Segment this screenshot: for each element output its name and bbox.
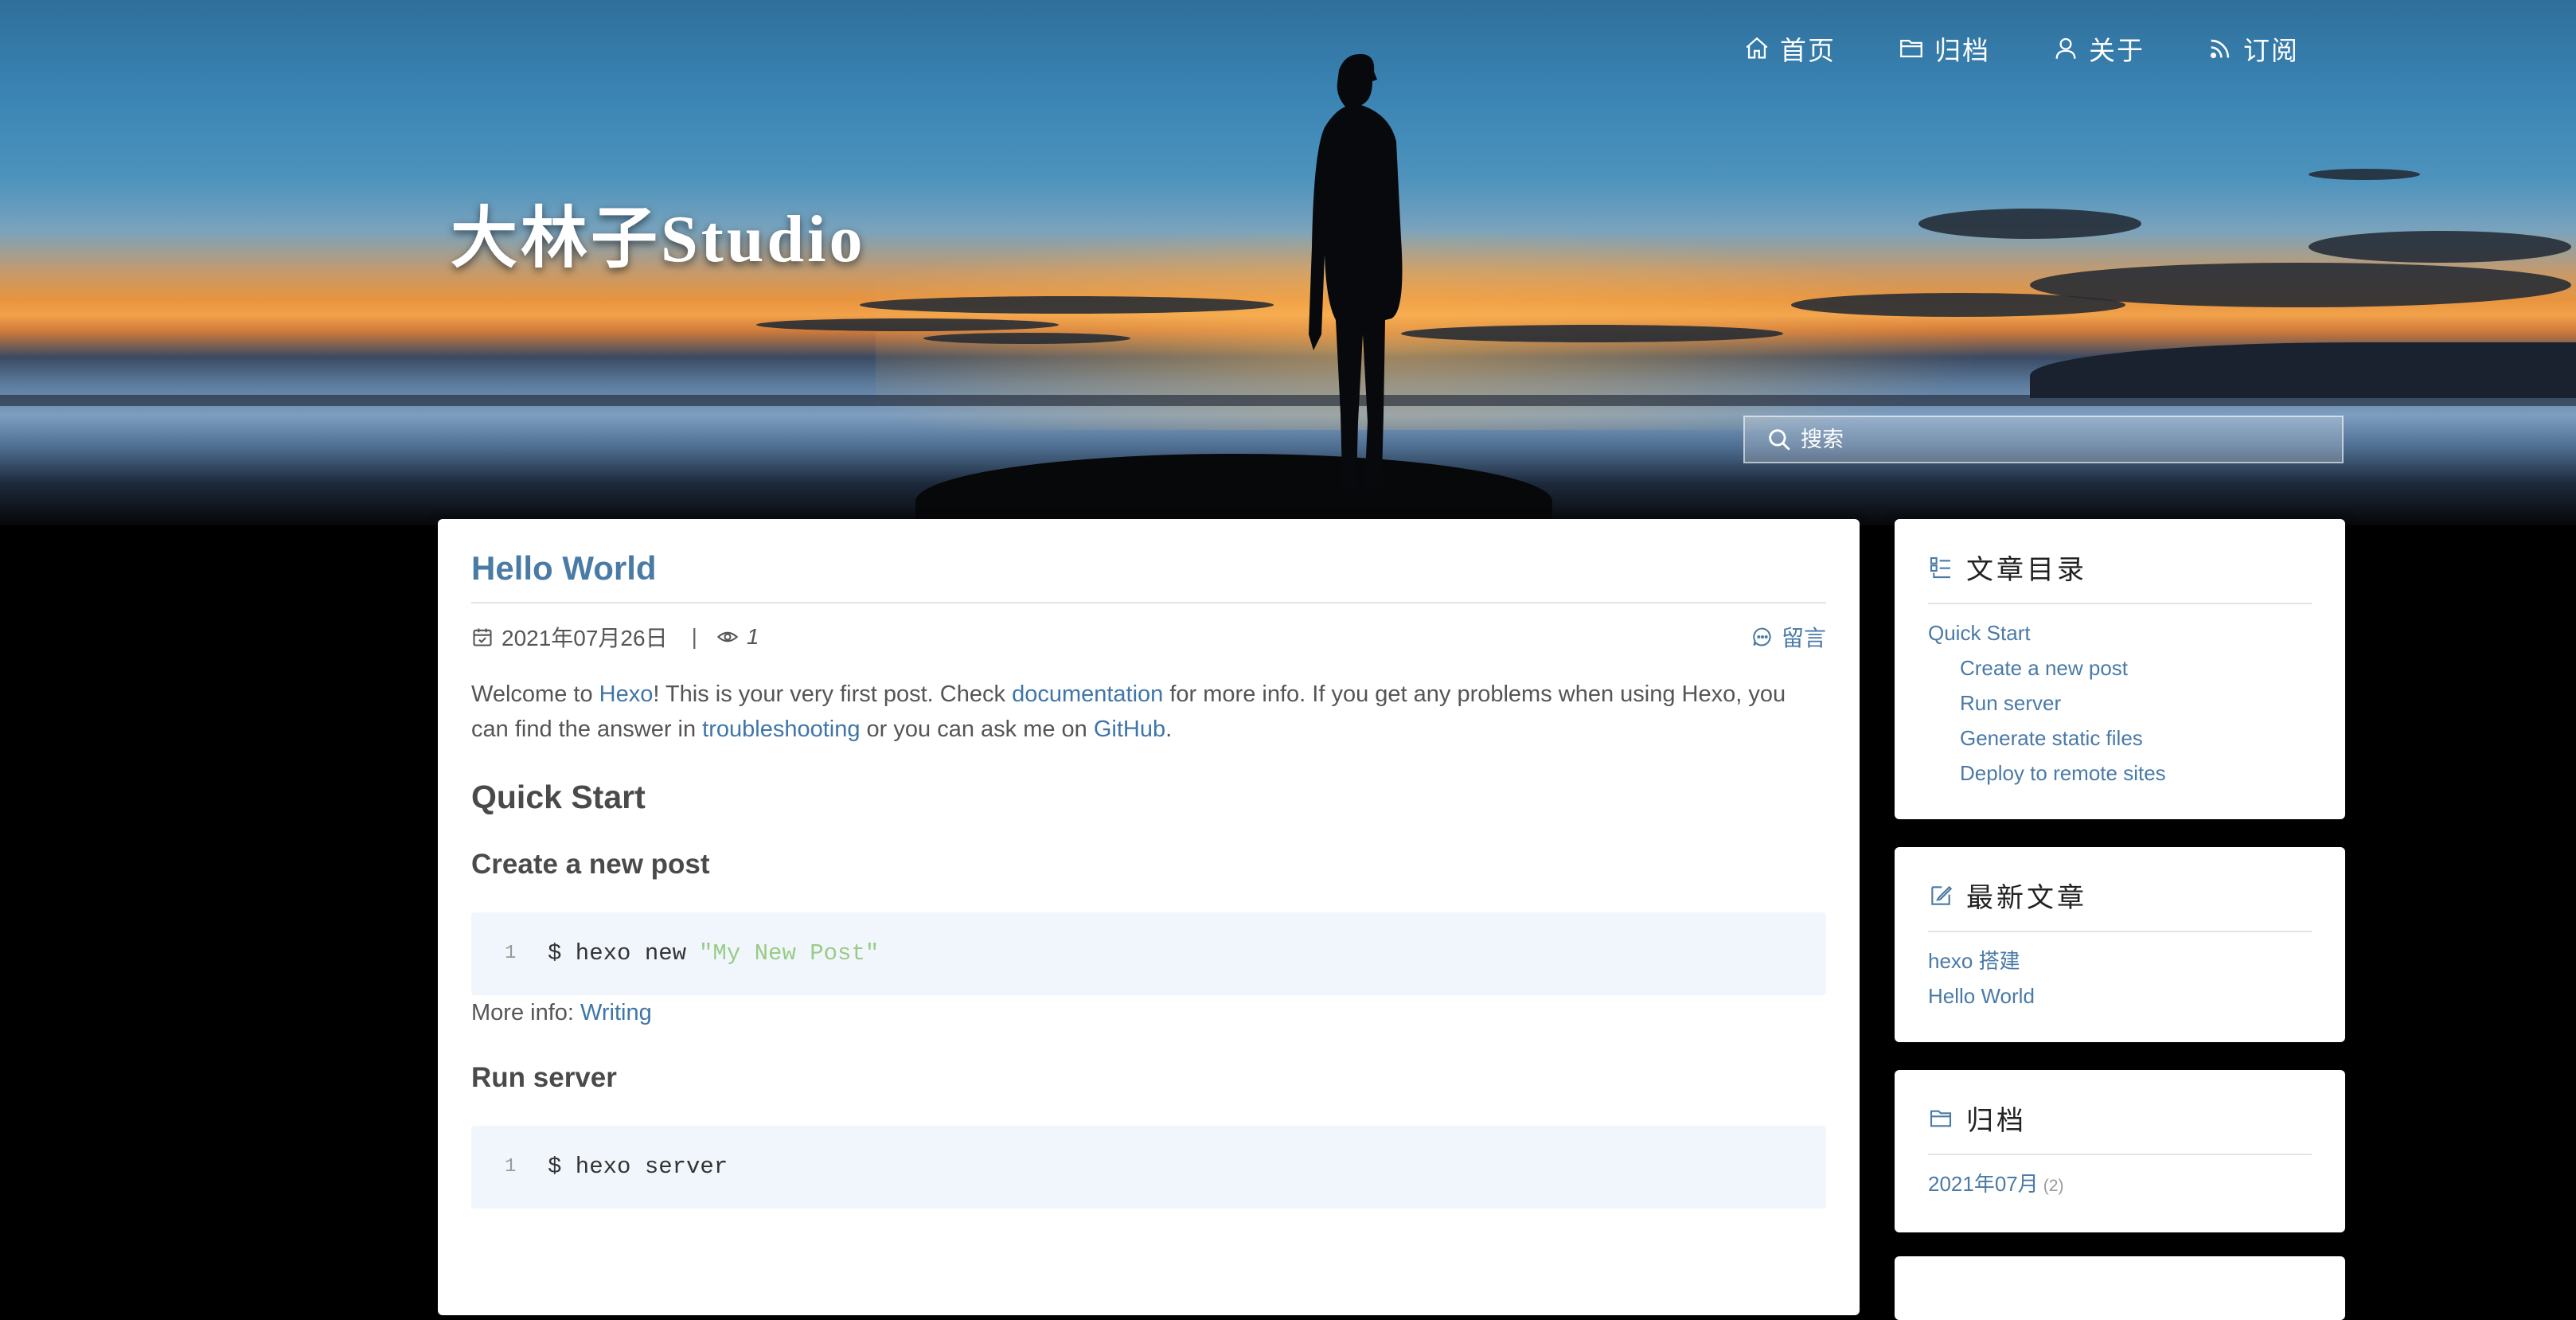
intro-text: or you can ask me on bbox=[860, 717, 1094, 742]
post-title[interactable]: Hello World bbox=[471, 549, 1826, 603]
nav-item-about[interactable]: 关于 bbox=[2052, 29, 2145, 68]
post-date: 2021年07月26日 bbox=[502, 626, 668, 650]
recent-item[interactable]: Hello World bbox=[1928, 978, 2312, 1013]
nav-label: 订阅 bbox=[2243, 36, 2299, 65]
recent-title: 最新文章 bbox=[1966, 883, 2087, 913]
post-body: Welcome to Hexo! This is your very first… bbox=[471, 677, 1826, 1209]
archive-list: 2021年07月 (2) bbox=[1928, 1166, 2312, 1204]
nav-item-archive[interactable]: 归档 bbox=[1898, 29, 1990, 68]
search-input[interactable] bbox=[1799, 426, 2312, 453]
github-link[interactable]: GitHub bbox=[1094, 717, 1165, 742]
view-count: 1 bbox=[746, 624, 759, 649]
comment-link[interactable]: 留言 bbox=[1751, 621, 1826, 653]
toc-item-deploy[interactable]: Deploy to remote sites bbox=[1928, 756, 2312, 791]
user-icon bbox=[2055, 37, 2076, 59]
recent-item[interactable]: hexo 搭建 bbox=[1928, 943, 2312, 978]
code-command: $ hexo new bbox=[548, 940, 687, 967]
archive-widget: 归档 2021年07月 (2) bbox=[1895, 1070, 2345, 1232]
intro-text: Welcome to bbox=[471, 681, 599, 707]
archive-item[interactable]: 2021年07月 (2) bbox=[1928, 1166, 2312, 1204]
more-info-label: More info: bbox=[471, 1000, 580, 1025]
heading-quick-start: Quick Start bbox=[471, 779, 646, 815]
archive-count: (2) bbox=[2043, 1177, 2064, 1195]
documentation-link[interactable]: documentation bbox=[1012, 681, 1163, 707]
comment-icon bbox=[1753, 627, 1771, 646]
nav-label: 关于 bbox=[2089, 36, 2145, 65]
toc-item-run-server[interactable]: Run server bbox=[1928, 685, 2312, 721]
post-meta: 2021年07月26日 | 1 留言 bbox=[471, 621, 1826, 653]
meta-separator: | bbox=[691, 624, 697, 649]
nav-label: 归档 bbox=[1934, 36, 1990, 65]
hexo-link[interactable]: Hexo bbox=[599, 681, 654, 707]
nav-label: 首页 bbox=[1780, 36, 1836, 65]
intro-paragraph: Welcome to Hexo! This is your very first… bbox=[471, 677, 1826, 747]
writing-link[interactable]: Writing bbox=[580, 1000, 652, 1025]
rss-icon bbox=[2210, 39, 2230, 59]
archive-title: 归档 bbox=[1966, 1106, 2027, 1136]
code-block: 1 $ hexo server bbox=[471, 1126, 1826, 1209]
toc-item-create-post[interactable]: Create a new post bbox=[1928, 650, 2312, 685]
toc-title: 文章目录 bbox=[1966, 555, 2087, 585]
eye-icon bbox=[716, 631, 739, 642]
nav-item-home[interactable]: 首页 bbox=[1743, 29, 1836, 68]
home-icon bbox=[1746, 37, 1768, 59]
top-nav: 首页 归档 关于 订阅 bbox=[1743, 29, 2299, 68]
line-number: 1 bbox=[505, 1156, 517, 1177]
folder-icon bbox=[1930, 1110, 1952, 1127]
intro-text: . bbox=[1165, 717, 1173, 742]
intro-text: ! This is your very first post. Check bbox=[653, 681, 1013, 707]
line-number: 1 bbox=[505, 943, 517, 964]
toc-item-quick-start[interactable]: Quick Start bbox=[1928, 615, 2312, 650]
recent-posts-widget: 最新文章 hexo 搭建 Hello World bbox=[1895, 847, 2345, 1042]
toc-header: 文章目录 bbox=[1928, 548, 2312, 604]
code-block: 1 $ hexo new "My New Post" bbox=[471, 912, 1826, 995]
toc-list: Quick Start Create a new post Run server… bbox=[1928, 615, 2312, 791]
comment-label: 留言 bbox=[1781, 626, 1826, 650]
archive-month: 2021年07月 bbox=[1928, 1172, 2039, 1196]
heading-create-post: Create a new post bbox=[471, 849, 710, 880]
sidebar-widget bbox=[1895, 1256, 2345, 1320]
toc-item-generate-static[interactable]: Generate static files bbox=[1928, 721, 2312, 756]
recent-header: 最新文章 bbox=[1928, 876, 2312, 932]
calendar-icon bbox=[473, 628, 492, 646]
search-box[interactable] bbox=[1743, 416, 2344, 463]
edit-icon bbox=[1931, 885, 1953, 905]
site-title[interactable]: 大林子Studio bbox=[451, 185, 865, 281]
recent-list: hexo 搭建 Hello World bbox=[1928, 943, 2312, 1013]
more-info: More info: Writing bbox=[471, 995, 1826, 1030]
toc-widget: 文章目录 Quick Start Create a new post Run s… bbox=[1895, 519, 2345, 819]
folder-icon bbox=[1900, 39, 1922, 58]
troubleshooting-link[interactable]: troubleshooting bbox=[702, 717, 860, 742]
heading-run-server: Run server bbox=[471, 1062, 617, 1093]
person-silhouette bbox=[1309, 53, 1403, 491]
code-command: $ hexo server bbox=[548, 1154, 728, 1180]
code-string: "My New Post" bbox=[699, 940, 880, 967]
nav-item-rss[interactable]: 订阅 bbox=[2207, 29, 2299, 68]
archive-header: 归档 bbox=[1928, 1099, 2312, 1155]
post-card: Hello World 2021年07月26日 | 1 留言 Welcome t… bbox=[438, 519, 1860, 1315]
search-icon bbox=[1769, 429, 1790, 451]
list-icon bbox=[1930, 557, 1950, 578]
